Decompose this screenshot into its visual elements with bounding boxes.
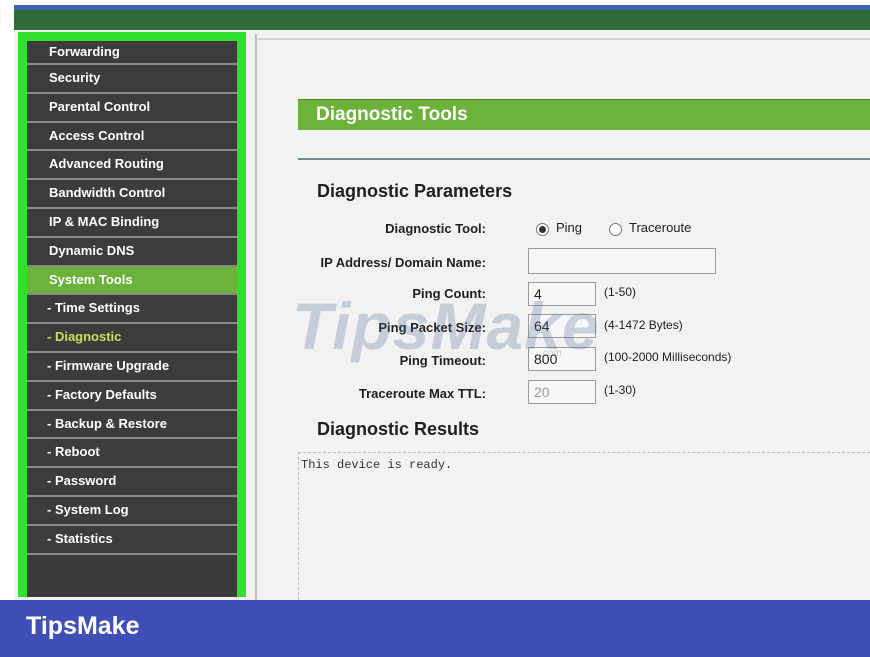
title-divider <box>298 158 870 160</box>
traceroute-radio[interactable] <box>609 223 622 236</box>
results-heading: Diagnostic Results <box>317 419 480 439</box>
sidebar-item-system-log[interactable]: - System Log <box>27 496 237 526</box>
ip-address-input[interactable] <box>528 248 716 274</box>
ping-packet-size-hint: (4-1472 Bytes) <box>604 318 683 332</box>
content-top-rule <box>258 38 870 40</box>
frame-divider <box>255 34 257 600</box>
ping-timeout-hint: (100-2000 Milliseconds) <box>604 350 732 364</box>
sidebar-item-security[interactable]: Security <box>27 65 237 94</box>
traceroute-ttl-input[interactable]: 20 <box>528 380 596 404</box>
sidebar-item-bandwidth-control[interactable]: Bandwidth Control <box>27 180 237 209</box>
sidebar-menu: Forwarding Security Parental Control Acc… <box>27 41 237 597</box>
diagnostic-tool-label: Diagnostic Tool: <box>385 221 486 236</box>
ping-count-hint: (1-50) <box>604 285 637 299</box>
ping-radio[interactable] <box>536 223 549 236</box>
traceroute-ttl-hint: (1-30) <box>604 383 637 397</box>
sidebar-item-factory-defaults[interactable]: - Factory Defaults <box>27 381 237 411</box>
traceroute-radio-label[interactable]: Traceroute <box>629 220 691 235</box>
sidebar-item-firmware-upgrade[interactable]: - Firmware Upgrade <box>27 352 237 382</box>
sidebar-item-access-control[interactable]: Access Control <box>27 122 237 152</box>
router-header-band <box>14 5 870 31</box>
page-title-bar: Diagnostic Tools <box>298 99 870 130</box>
diagnostic-results-box[interactable]: This device is ready. <box>298 452 870 600</box>
sidebar-item-time-settings[interactable]: - Time Settings <box>27 295 237 325</box>
page-title: Diagnostic Tools <box>316 104 468 125</box>
sidebar-item-parental-control[interactable]: Parental Control <box>27 93 237 123</box>
sidebar-item-ip-mac-binding[interactable]: IP & MAC Binding <box>27 208 237 238</box>
sidebar-item-reboot[interactable]: - Reboot <box>27 439 237 469</box>
sidebar-item-statistics[interactable]: - Statistics <box>27 525 237 555</box>
brand-logo-text: TipsMake <box>26 612 140 640</box>
tipsmake-watermark-domain: .com <box>540 348 562 359</box>
traceroute-ttl-label: Traceroute Max TTL: <box>358 386 486 401</box>
params-heading: Diagnostic Parameters <box>317 181 513 201</box>
sidebar-item-advanced-routing[interactable]: Advanced Routing <box>27 151 237 181</box>
sidebar-item-backup-restore[interactable]: - Backup & Restore <box>27 410 237 440</box>
sidebar-item-system-tools[interactable]: System Tools <box>27 266 237 296</box>
ip-address-label: IP Address/ Domain Name: <box>320 255 486 270</box>
ping-radio-label[interactable]: Ping <box>556 220 582 235</box>
sidebar-item-diagnostic[interactable]: - Diagnostic <box>27 324 237 353</box>
brand-footer-bar: TipsMake <box>0 600 870 657</box>
sidebar-item-dynamic-dns[interactable]: Dynamic DNS <box>27 237 237 267</box>
sidebar-item-password[interactable]: - Password <box>27 468 237 497</box>
sidebar-item-forwarding[interactable]: Forwarding <box>27 41 237 65</box>
